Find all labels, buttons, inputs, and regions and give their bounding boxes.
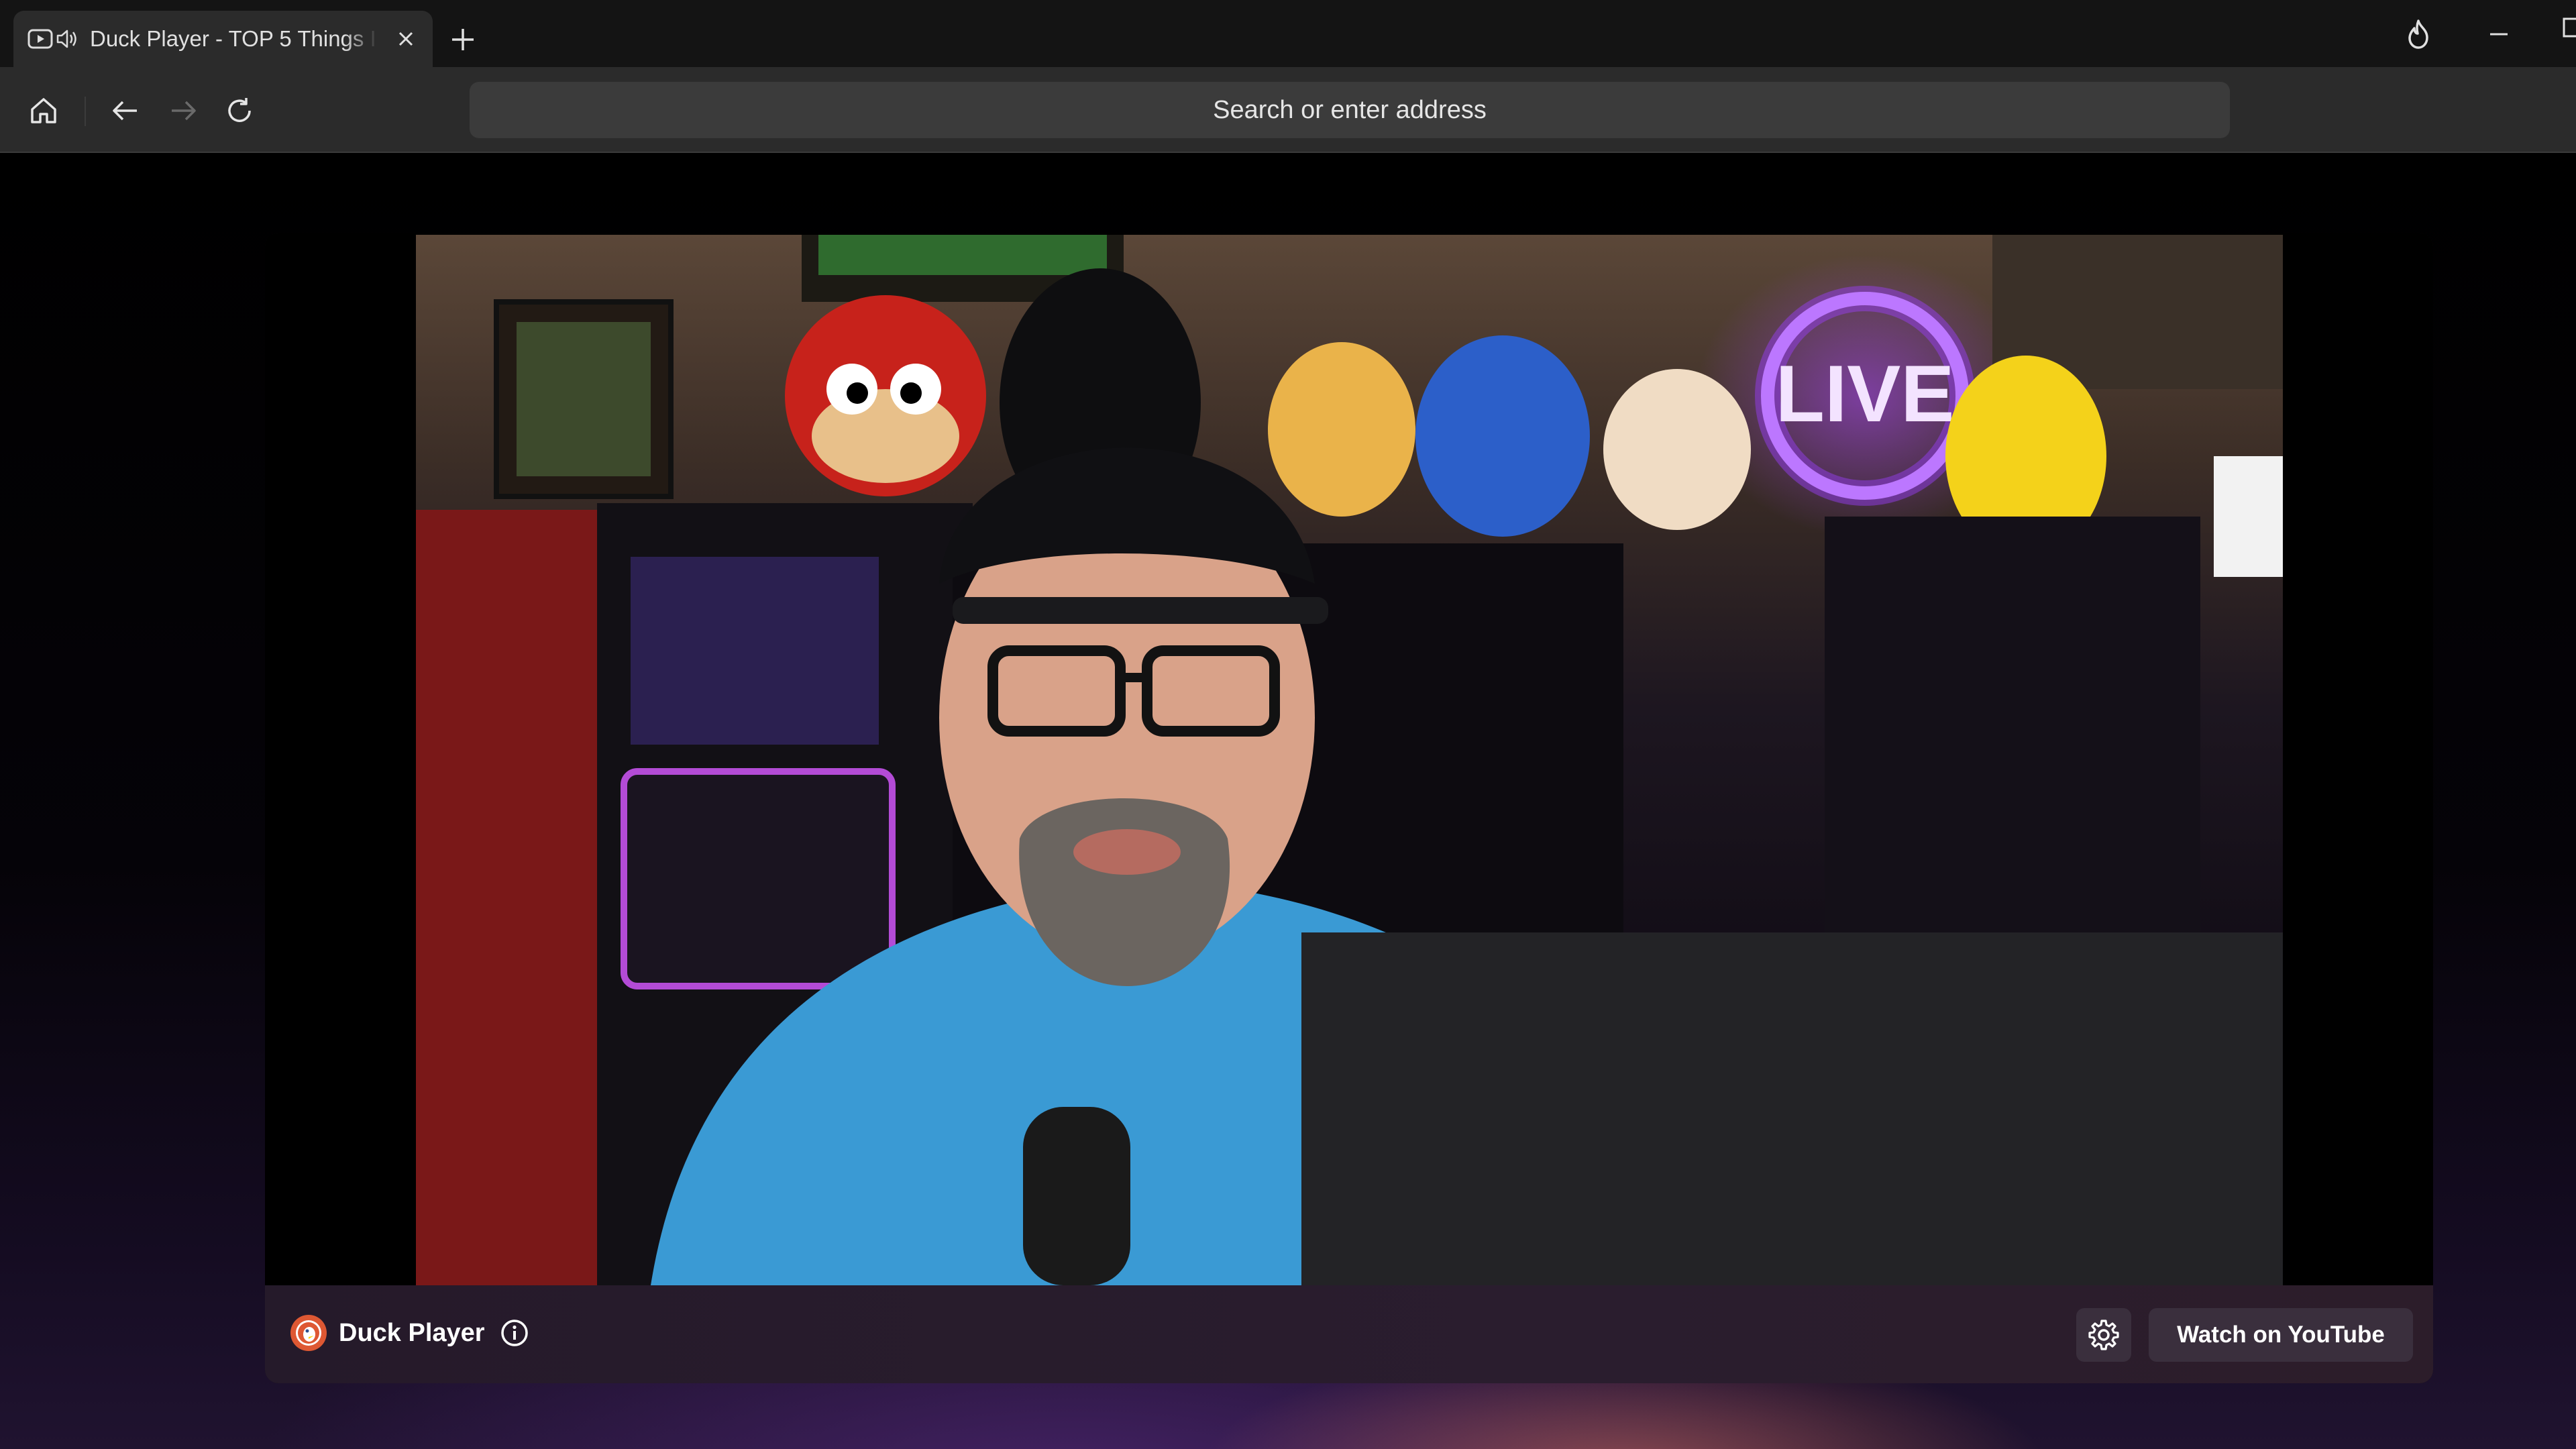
info-icon[interactable] — [500, 1318, 529, 1348]
forward-button[interactable] — [165, 93, 201, 129]
page-content: LIVE Duck Player Watch on YouTube — [0, 153, 2576, 1449]
toolbar-divider — [85, 97, 86, 126]
video-frame[interactable]: LIVE — [416, 235, 2283, 1285]
watch-on-youtube-button[interactable]: Watch on YouTube — [2149, 1308, 2413, 1362]
maximize-button[interactable] — [2563, 17, 2576, 51]
maximize-icon — [2563, 17, 2576, 38]
video-player[interactable]: LIVE — [265, 233, 2433, 1285]
navigation-toolbar: Search or enter address — [0, 67, 2576, 153]
address-placeholder: Search or enter address — [1213, 95, 1487, 124]
back-arrow-icon — [113, 101, 137, 121]
address-bar[interactable]: Search or enter address — [470, 82, 2230, 138]
speaker-icon[interactable] — [54, 25, 80, 52]
close-icon[interactable] — [392, 25, 419, 52]
duckduckgo-logo-icon — [290, 1315, 327, 1351]
fire-button[interactable] — [2402, 17, 2435, 51]
gear-icon — [2088, 1320, 2119, 1350]
tab-strip: Duck Player - TOP 5 Things I Wish I Knew — [0, 0, 2576, 67]
new-tab-button[interactable] — [446, 23, 480, 56]
forward-arrow-icon — [172, 101, 196, 121]
video-thumbnail: LIVE — [416, 235, 2283, 1285]
browser-tab[interactable]: Duck Player - TOP 5 Things I Wish I Knew — [13, 11, 433, 67]
reload-button[interactable] — [221, 93, 258, 129]
player-controls-bar: Duck Player Watch on YouTube — [265, 1285, 2433, 1383]
play-icon — [27, 25, 54, 52]
back-button[interactable] — [107, 93, 144, 129]
tab-title: Duck Player - TOP 5 Things I Wish I Knew — [90, 26, 378, 51]
svg-text:LIVE: LIVE — [1776, 349, 1955, 439]
duck-player-label: Duck Player — [339, 1318, 485, 1347]
plus-icon — [452, 29, 474, 50]
duck-player-brand: Duck Player — [290, 1315, 529, 1351]
minimize-button[interactable] — [2482, 17, 2516, 51]
duck-player: LIVE Duck Player Watch on YouTube — [265, 233, 2433, 1383]
watch-on-youtube-label: Watch on YouTube — [2177, 1322, 2385, 1348]
fire-icon — [2408, 19, 2428, 49]
settings-button[interactable] — [2076, 1308, 2131, 1362]
reload-icon — [228, 98, 251, 122]
home-icon — [31, 98, 56, 123]
minimize-icon — [2490, 33, 2508, 36]
home-button[interactable] — [25, 93, 62, 129]
